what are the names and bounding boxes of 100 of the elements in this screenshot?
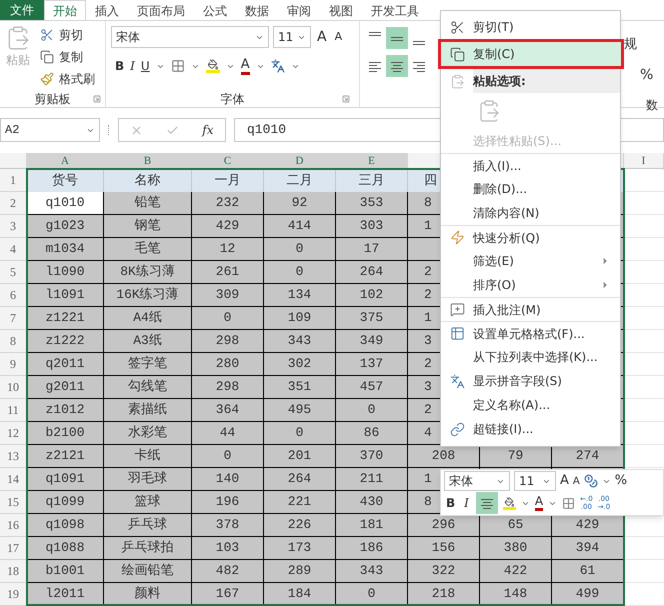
table-cell-text: 201 <box>288 447 312 466</box>
ribbon-tab[interactable]: 公式 <box>194 0 236 20</box>
phonetic-icon <box>450 374 464 388</box>
table-cell-text: z1012 <box>45 401 84 420</box>
italic-button[interactable]: I <box>130 57 135 75</box>
table-cell-text: 绘画铅笔 <box>122 562 174 580</box>
bold-button[interactable]: B <box>115 57 124 75</box>
ribbon-tab[interactable]: 页面布局 <box>128 0 194 20</box>
menu-item[interactable]: 从下拉列表中选择(K)... <box>441 345 620 369</box>
menu-item[interactable]: 删除(D)... <box>441 177 620 201</box>
clipboard-button[interactable]: 剪切 <box>59 26 83 44</box>
table-cell-text: 280 <box>216 355 240 374</box>
table-cell-text: z1222 <box>45 332 84 350</box>
font-size-field[interactable]: 11 <box>514 471 556 491</box>
column-header[interactable]: I <box>624 153 664 170</box>
menu-item[interactable]: 超链接(I)... <box>441 417 620 441</box>
coins-icon[interactable] <box>584 474 598 488</box>
row-header[interactable]: 2 <box>0 192 27 215</box>
ribbon-tab[interactable]: 视图 <box>320 0 362 20</box>
row-header[interactable]: 16 <box>0 514 27 537</box>
table-cell-text: q1098 <box>45 516 84 534</box>
fill-color-icon[interactable] <box>502 496 516 510</box>
ribbon-tab[interactable]: 审阅 <box>278 0 320 20</box>
percent-button[interactable]: % <box>614 471 628 491</box>
ribbon-tab[interactable]: 开发工具 <box>362 0 428 20</box>
font-family-field[interactable]: 宋体 <box>444 471 510 491</box>
menu-item[interactable]: 插入(I)... <box>441 153 620 177</box>
menu-item[interactable]: 插入批注(M) <box>441 297 620 321</box>
scissors-icon[interactable] <box>40 28 54 42</box>
table-cell-text: 8K练习薄 <box>120 263 175 282</box>
font-family-field[interactable]: 宋体 <box>111 26 269 48</box>
menu-item[interactable]: 快速分析(Q) <box>441 225 620 249</box>
row-header[interactable]: 4 <box>0 238 27 261</box>
row-header[interactable]: 18 <box>0 560 27 583</box>
menu-item[interactable]: 设置单元格格式(F)... <box>441 321 620 345</box>
row-header[interactable]: 11 <box>0 399 27 422</box>
table-cell-text: 1 <box>424 217 432 236</box>
table-cell-text: 343 <box>360 562 384 580</box>
row-header[interactable]: 7 <box>0 307 27 330</box>
italic-button[interactable]: I <box>462 494 471 512</box>
row-header[interactable]: 12 <box>0 422 27 445</box>
clipboard-button[interactable]: 复制 <box>59 48 83 66</box>
insert-function-button[interactable]: fx <box>202 121 214 139</box>
font-size-field[interactable]: 11 <box>273 26 311 48</box>
middle-align-icon <box>391 36 403 40</box>
menu-item[interactable]: 显示拼音字段(S) <box>441 369 620 393</box>
bold-button[interactable]: B <box>444 494 458 512</box>
row-header[interactable]: 9 <box>0 353 27 376</box>
table-cell-text: 44 <box>220 424 236 442</box>
menu-item[interactable]: 剪切(T) <box>441 15 620 39</box>
row-header[interactable]: 19 <box>0 583 27 606</box>
name-box[interactable]: A2 <box>0 118 100 142</box>
file-tab[interactable]: 文件 <box>0 0 44 20</box>
table-cell-text: q1010 <box>45 194 84 212</box>
shrink-font-button[interactable]: A <box>332 28 344 46</box>
copy-icon[interactable] <box>40 50 54 64</box>
font-color-button[interactable]: A <box>240 58 250 74</box>
menu-item[interactable]: 排序(O) <box>441 273 620 297</box>
row-header[interactable]: 3 <box>0 215 27 238</box>
brush-icon[interactable] <box>40 72 54 86</box>
percent-button[interactable]: % <box>624 64 664 86</box>
ribbon-tab[interactable]: 插入 <box>86 0 128 20</box>
row-header[interactable]: 8 <box>0 330 27 353</box>
shrink-font-button[interactable]: A <box>572 474 580 488</box>
row-header[interactable]: 17 <box>0 537 27 560</box>
table-cell-text: 四 <box>424 172 437 190</box>
table-cell-text: 137 <box>360 355 384 374</box>
menu-item[interactable]: 复制(C) <box>438 39 624 69</box>
row-header[interactable]: 6 <box>0 284 27 307</box>
table-cell-text: l1090 <box>45 263 84 282</box>
ribbon-tab[interactable]: 开始 <box>44 0 86 20</box>
phonetic-icon[interactable] <box>270 59 285 73</box>
align-button[interactable] <box>386 55 408 77</box>
row-header[interactable]: 1 <box>0 169 27 192</box>
table-cell-text: 勾线笔 <box>128 378 167 396</box>
underline-button[interactable]: U <box>140 57 150 75</box>
row-header[interactable]: 10 <box>0 376 27 399</box>
row-header[interactable]: 13 <box>0 445 27 468</box>
row-header[interactable]: 5 <box>0 261 27 284</box>
ribbon-tab[interactable]: 数据 <box>236 0 278 20</box>
grow-font-button[interactable]: A <box>315 26 329 48</box>
table-cell-text: 毛笔 <box>134 240 160 258</box>
menu-item[interactable]: 定义名称(A)... <box>441 393 620 417</box>
table-cell-text: 名称 <box>134 172 160 190</box>
menu-item[interactable]: 清除内容(N) <box>441 201 620 225</box>
clipboard-button[interactable]: 格式刷 <box>59 70 95 88</box>
table-cell-text: 3 <box>424 332 432 350</box>
border-icon[interactable] <box>170 59 185 73</box>
menu-item[interactable]: 筛选(E) <box>441 249 620 273</box>
center-align-button[interactable] <box>476 492 498 514</box>
font-color-button[interactable]: A <box>534 495 544 511</box>
row-header[interactable]: 15 <box>0 491 27 514</box>
align-button[interactable] <box>386 27 408 49</box>
grow-font-button[interactable]: A <box>560 471 569 491</box>
table-cell-text: 16K练习薄 <box>116 286 179 304</box>
table-cell-text: g1023 <box>45 217 84 236</box>
fill-color-icon[interactable] <box>206 59 220 73</box>
border-icon[interactable] <box>562 496 576 510</box>
row-header[interactable]: 14 <box>0 468 27 491</box>
center-align-icon <box>391 60 403 72</box>
